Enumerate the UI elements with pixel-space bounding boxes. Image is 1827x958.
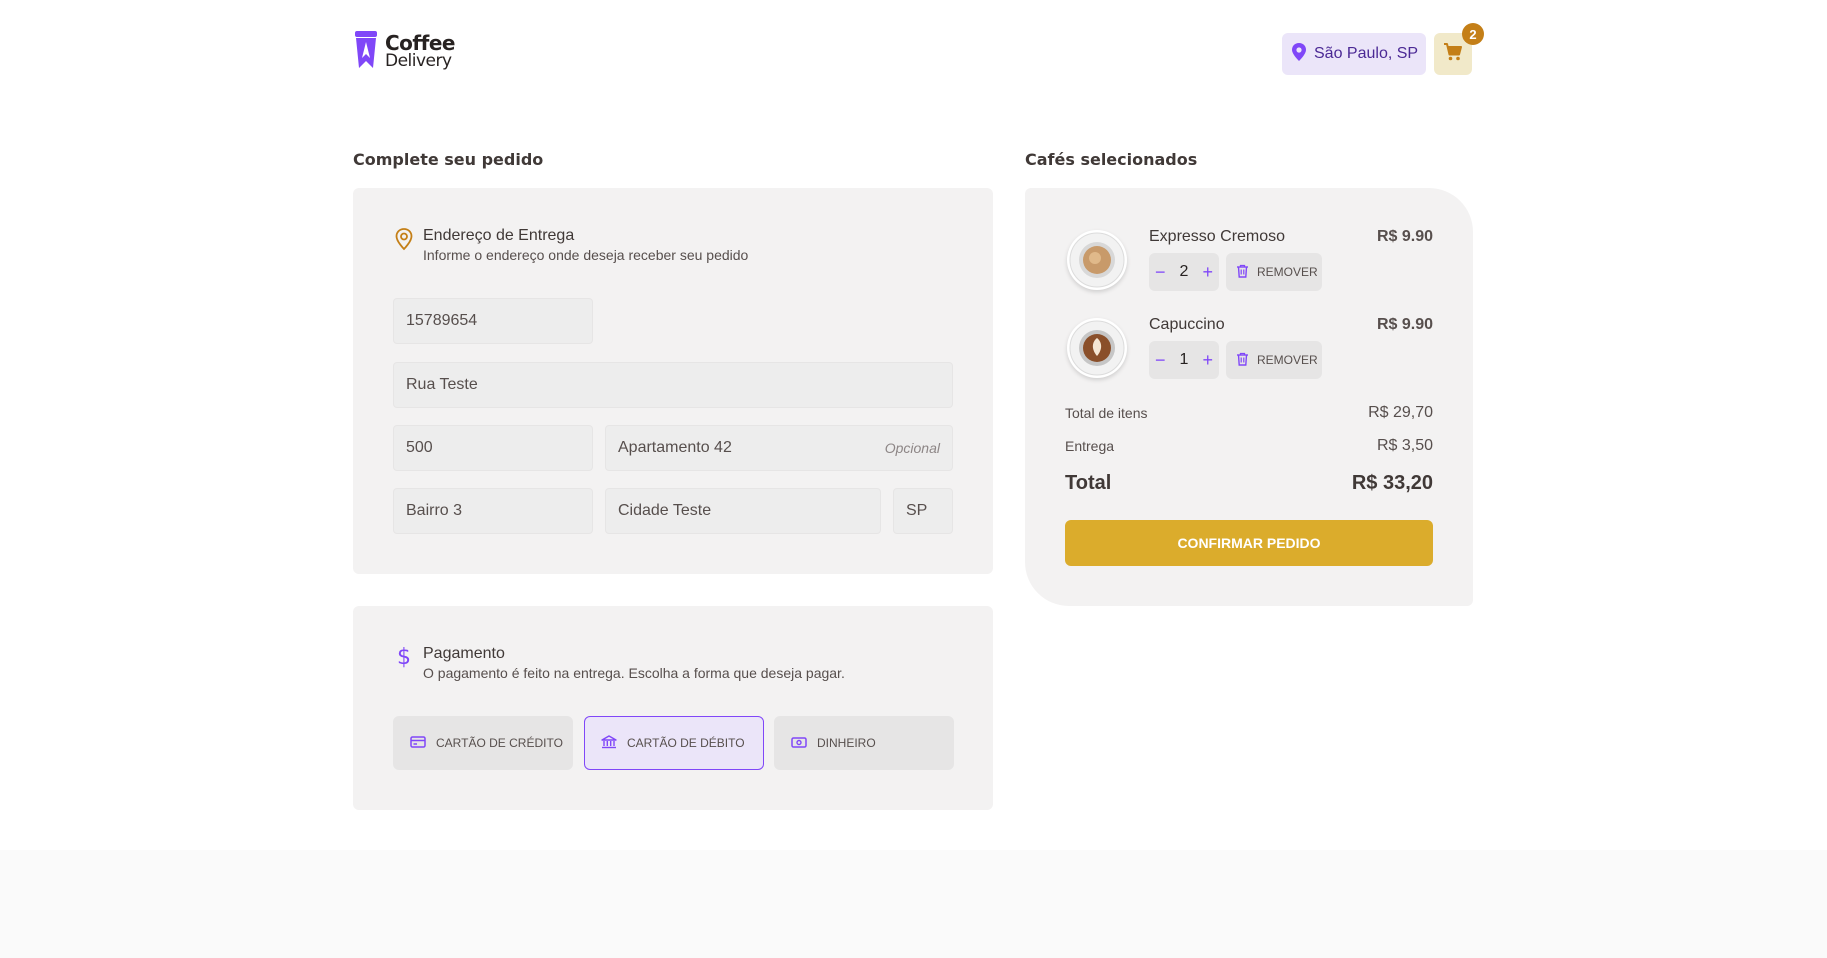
cep-field[interactable]: 15789654 — [393, 298, 593, 344]
dollar-icon: $ — [397, 645, 411, 670]
optional-hint: Opcional — [884, 440, 940, 456]
complement-field[interactable]: Apartamento 42 Opcional — [605, 425, 953, 471]
confirm-order-button[interactable]: CONFIRMAR PEDIDO — [1065, 520, 1433, 566]
total-value: R$ 33,20 — [1351, 472, 1433, 494]
items-total-label: Total de itens — [1065, 405, 1148, 421]
location-text: São Paulo, SP — [1314, 45, 1419, 62]
shopping-cart-icon — [1443, 42, 1463, 67]
payment-debit-button[interactable]: CARTÃO DE DÉBITO — [584, 716, 764, 770]
address-heading: Endereço de Entrega — [423, 227, 575, 244]
order-form-title: Complete seu pedido — [353, 150, 544, 169]
map-pin-icon — [1290, 42, 1308, 67]
cart-item-price: R$ 9.90 — [1376, 228, 1433, 245]
map-pin-outline-icon — [393, 227, 415, 263]
cart-count-badge: 2 — [1462, 23, 1484, 45]
trash-icon — [1236, 264, 1249, 281]
delivery-label: Entrega — [1065, 438, 1115, 454]
footer-band — [0, 850, 1827, 958]
payment-header: $ Pagamento O pagamento é feito na entre… — [393, 645, 845, 681]
payment-credit-button[interactable]: CARTÃO DE CRÉDITO — [393, 716, 573, 770]
remove-button[interactable]: REMOVER — [1226, 253, 1322, 291]
city-field[interactable]: Cidade Teste — [605, 488, 881, 534]
address-subheading: Informe o endereço onde deseja receber s… — [423, 247, 749, 263]
trash-icon — [1236, 352, 1249, 369]
quantity-value: 1 — [1179, 351, 1189, 368]
bank-icon — [601, 734, 617, 752]
number-field[interactable]: 500 — [393, 425, 593, 471]
cart-item-name: Expresso Cremoso — [1149, 228, 1286, 245]
payment-card — [353, 606, 993, 810]
location-badge[interactable]: São Paulo, SP — [1282, 33, 1427, 75]
payment-heading: Pagamento — [423, 645, 505, 662]
street-field[interactable]: Rua Teste — [393, 362, 953, 408]
capuccino-coffee-image — [1067, 318, 1127, 378]
brand-name: Coffee — [385, 31, 455, 55]
coffee-cup-icon — [353, 28, 379, 75]
uf-field[interactable]: SP — [893, 488, 953, 534]
plus-icon[interactable]: + — [1202, 263, 1213, 281]
quantity-stepper[interactable]: − 1 + — [1149, 341, 1219, 379]
logo[interactable]: Coffee Delivery — [353, 28, 455, 75]
delivery-value: R$ 3,50 — [1376, 437, 1433, 454]
items-total-value: R$ 29,70 — [1368, 404, 1433, 421]
minus-icon[interactable]: − — [1155, 351, 1166, 369]
cart-title: Cafés selecionados — [1025, 150, 1198, 169]
cart-item-price: R$ 9.90 — [1376, 316, 1433, 333]
brand-subname: Delivery — [385, 51, 452, 71]
credit-card-icon — [410, 735, 426, 752]
quantity-value: 2 — [1179, 263, 1189, 280]
payment-subheading: O pagamento é feito na entrega. Escolha … — [423, 665, 845, 681]
remove-button[interactable]: REMOVER — [1226, 341, 1322, 379]
quantity-stepper[interactable]: − 2 + — [1149, 253, 1219, 291]
address-header: Endereço de Entrega Informe o endereço o… — [393, 227, 748, 263]
plus-icon[interactable]: + — [1202, 351, 1213, 369]
minus-icon[interactable]: − — [1155, 263, 1166, 281]
espresso-coffee-image — [1067, 230, 1127, 290]
district-field[interactable]: Bairro 3 — [393, 488, 593, 534]
money-icon — [791, 735, 807, 752]
cart-item-name: Capuccino — [1149, 316, 1225, 333]
total-label: Total — [1065, 472, 1112, 494]
payment-cash-button[interactable]: DINHEIRO — [774, 716, 954, 770]
